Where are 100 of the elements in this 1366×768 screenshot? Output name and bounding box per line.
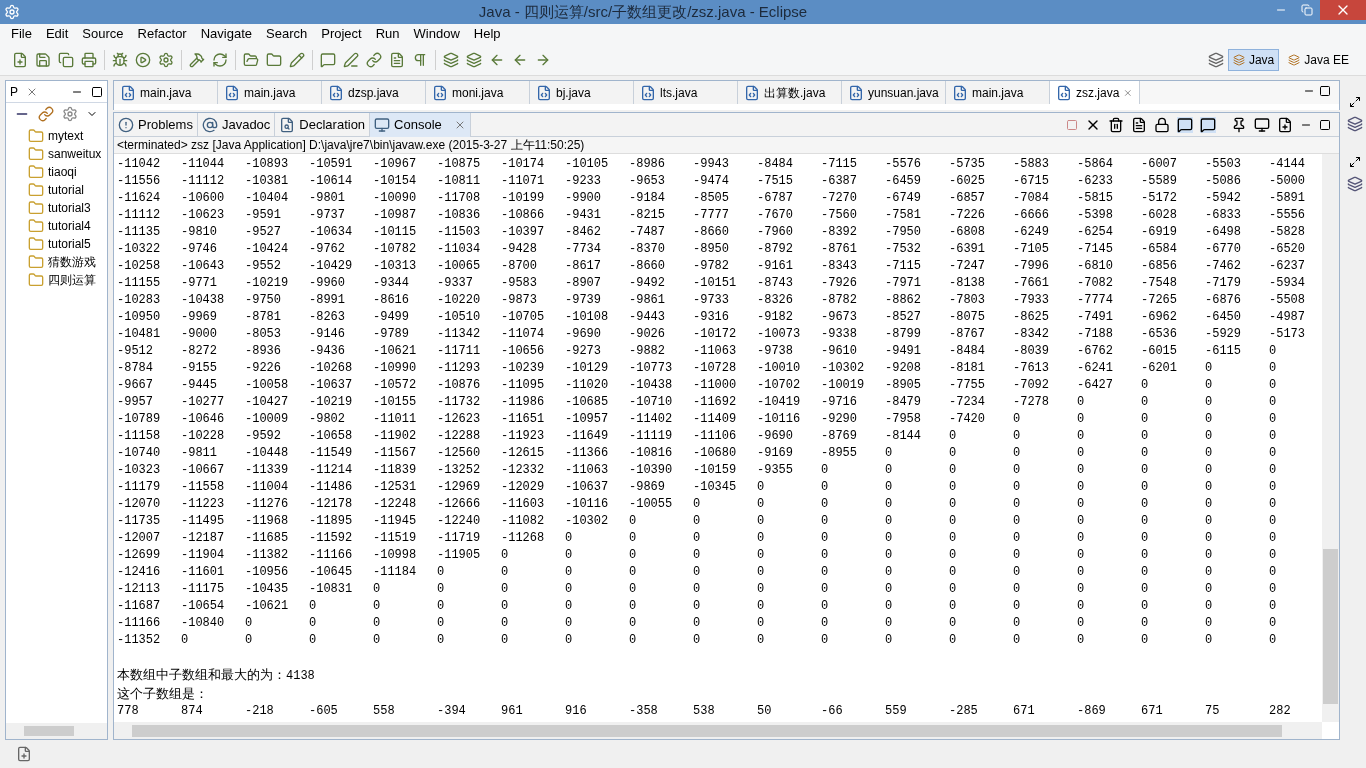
view-tab[interactable]: Console <box>370 112 471 137</box>
folder-open-icon[interactable] <box>243 51 259 68</box>
console-value: 0 <box>1205 513 1214 530</box>
maximize-icon[interactable] <box>1319 85 1331 97</box>
restore-icon[interactable] <box>1349 96 1361 108</box>
pin-icon[interactable] <box>1231 116 1247 133</box>
menu-item[interactable]: Window <box>406 24 467 44</box>
console-value: 0 <box>1013 479 1022 496</box>
folder-tree-item[interactable]: 四则运算 <box>28 271 107 289</box>
menu-item[interactable]: Help <box>466 24 508 44</box>
menu-item[interactable]: Refactor <box>130 24 194 44</box>
editor-tab[interactable]: main.java <box>114 81 218 104</box>
bug-icon[interactable] <box>112 51 128 68</box>
menu-item[interactable]: Source <box>75 24 131 44</box>
maximize-icon[interactable] <box>1319 118 1331 131</box>
console-value: -7996 <box>1013 258 1050 275</box>
perspective-button[interactable]: Java <box>1227 48 1280 71</box>
editor-tab[interactable]: yunsuan.java <box>842 81 946 104</box>
link-icon[interactable] <box>38 106 54 122</box>
layers-icon[interactable] <box>443 51 459 68</box>
editor-tab[interactable]: moni.java <box>426 81 530 104</box>
horizontal-scrollbar[interactable] <box>6 723 107 739</box>
layers-icon[interactable] <box>466 51 482 68</box>
open-perspective-icon[interactable] <box>1207 51 1224 68</box>
perspective-button[interactable]: Java EE <box>1283 48 1354 71</box>
console-value: 0 <box>1013 462 1022 479</box>
console-value: -10108 <box>565 309 610 326</box>
menu-item[interactable]: Search <box>259 24 315 44</box>
editor-tab[interactable]: bj.java <box>530 81 634 104</box>
folder-tree-item[interactable]: 猜数游戏 <box>28 253 107 271</box>
folder-tree-item[interactable]: tutorial4 <box>28 217 107 235</box>
horizontal-scrollbar[interactable] <box>114 722 1322 739</box>
console-value: -9273 <box>565 343 602 360</box>
editor-tab[interactable]: 出算数.java <box>738 81 842 104</box>
refresh-icon[interactable] <box>212 51 228 68</box>
console-value: 0 <box>821 496 830 513</box>
console-value: 0 <box>1205 547 1214 564</box>
folder-icon <box>28 218 44 234</box>
print-icon[interactable] <box>81 51 97 68</box>
pilcrow-icon[interactable] <box>412 51 428 68</box>
console-value: -10219 <box>309 394 354 411</box>
console-value: -11119 <box>629 428 674 445</box>
new-item-icon[interactable] <box>16 746 32 762</box>
document-icon[interactable] <box>389 51 405 68</box>
view-tab[interactable]: Javadoc <box>197 112 276 137</box>
folder-tree-item[interactable]: mytext <box>28 127 107 145</box>
new-file-icon[interactable] <box>12 51 28 68</box>
save-all-icon[interactable] <box>58 51 74 68</box>
console-value: 0 <box>1205 411 1214 428</box>
console-value: -12070 <box>117 496 162 513</box>
view-tab[interactable]: Problems <box>114 112 198 137</box>
menu-item[interactable]: Run <box>368 24 407 44</box>
editor-tab[interactable]: main.java <box>218 81 322 104</box>
new-console-icon[interactable] <box>1277 116 1293 133</box>
editor-tab[interactable]: main.java <box>946 81 1050 104</box>
menu-item[interactable]: Project <box>314 24 369 44</box>
gear-icon[interactable] <box>158 51 174 68</box>
menu-item[interactable]: Edit <box>38 24 76 44</box>
console-value: -5000 <box>1269 173 1306 190</box>
trash-icon[interactable] <box>1108 116 1124 133</box>
console-value: 0 <box>757 615 766 632</box>
console-value: -10345 <box>693 479 738 496</box>
edit-icon[interactable] <box>343 51 359 68</box>
run-icon[interactable] <box>135 51 151 68</box>
console-value: -10875 <box>437 156 482 173</box>
vertical-scrollbar[interactable] <box>1322 154 1339 722</box>
folder-tree-item[interactable]: tiaoqi <box>28 163 107 181</box>
console-value: -9746 <box>181 241 218 258</box>
console-value: 0 <box>1269 615 1278 632</box>
menu-item[interactable]: Navigate <box>193 24 259 44</box>
scroll-lock-icon[interactable] <box>1154 116 1170 133</box>
pencil-icon[interactable] <box>289 51 305 68</box>
console-value: 282 <box>1269 703 1292 720</box>
console-value: 0 <box>1141 394 1150 411</box>
folder-tree-item[interactable]: tutorial <box>28 181 107 199</box>
console-value: -9690 <box>757 428 794 445</box>
folder-tree-item[interactable]: tutorial5 <box>28 235 107 253</box>
link-icon[interactable] <box>366 51 382 68</box>
hammer-icon[interactable] <box>189 51 205 68</box>
console-value: 0 <box>437 615 446 632</box>
save-icon[interactable] <box>35 51 51 68</box>
console-value: -9436 <box>309 343 346 360</box>
editor-tab[interactable]: zsz.java <box>1050 81 1140 104</box>
restore-icon[interactable] <box>1349 156 1361 168</box>
view-tab[interactable]: P <box>10 82 18 101</box>
menu-item[interactable]: File <box>4 24 39 44</box>
stop-icon[interactable] <box>1066 118 1078 131</box>
console-value: -11519 <box>373 530 418 547</box>
editor-tab[interactable]: lts.java <box>634 81 738 104</box>
editor-tab[interactable]: dzsp.java <box>322 81 426 104</box>
folder-icon[interactable] <box>266 51 282 68</box>
comment-icon[interactable] <box>320 51 336 68</box>
display-console-icon[interactable] <box>1254 116 1270 133</box>
console-value: -10154 <box>373 173 418 190</box>
console-value: -9592 <box>245 428 282 445</box>
maximize-icon[interactable] <box>91 85 103 98</box>
console-value: -9338 <box>821 326 858 343</box>
folder-tree-item[interactable]: tutorial3 <box>28 199 107 217</box>
console-value: -10019 <box>821 377 866 394</box>
folder-tree-item[interactable]: sanweitux <box>28 145 107 163</box>
